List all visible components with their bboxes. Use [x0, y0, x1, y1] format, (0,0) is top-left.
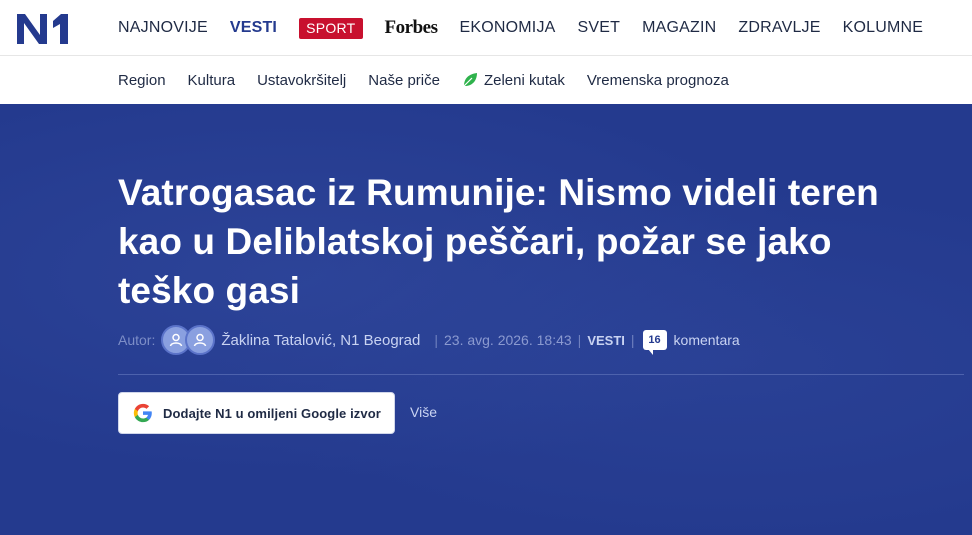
add-google-source-button[interactable]: Dodajte N1 u omiljeni Google izvor [118, 392, 395, 434]
google-source-label: Dodajte N1 u omiljeni Google izvor [163, 405, 381, 421]
nav-item-ekonomija[interactable]: EKONOMIJA [459, 19, 555, 37]
author-avatars[interactable] [161, 325, 216, 355]
subnav-item-ustavokrsitelj[interactable]: Ustavokršitelj [257, 72, 346, 89]
divider [118, 374, 964, 375]
article-meta: Autor: Žaklina Tatalović, N1 Beograd | 2… [118, 322, 740, 358]
subnav-item-nase-price[interactable]: Naše priče [368, 72, 440, 89]
google-icon [133, 403, 152, 423]
top-navigation: N1 NAJNOVIJE VESTI SPORT Forbes EKONOMIJ… [0, 0, 972, 56]
user-icon [170, 333, 183, 347]
nav-item-magazin[interactable]: MAGAZIN [642, 19, 716, 37]
nav-item-zdravlje[interactable]: ZDRAVLJE [738, 19, 820, 37]
nav-item-vesti[interactable]: VESTI [230, 19, 277, 37]
main-menu: NAJNOVIJE VESTI SPORT Forbes EKONOMIJA S… [118, 0, 945, 56]
publish-date: 23. avg. 2026. 18:43 [444, 332, 572, 348]
zeleni-kutak-label: Zeleni kutak [483, 71, 565, 89]
article-hero: Vatrogasac iz Rumunije: Nismo videli ter… [0, 104, 972, 535]
nav-item-forbes[interactable]: Forbes [385, 17, 438, 39]
comments-label: komentara [673, 332, 740, 348]
nav-item-sport[interactable]: SPORT [299, 17, 363, 39]
subnav-item-vremenska-prognoza[interactable]: Vremenska prognoza [587, 72, 729, 89]
author-name[interactable]: Žaklina Tatalović, N1 Beograd [221, 332, 420, 349]
subnav-item-kultura[interactable]: Kultura [188, 72, 236, 89]
subnav-item-region[interactable]: Region [118, 72, 166, 89]
comments-link[interactable]: 16 komentara [642, 330, 740, 355]
leaf-icon [463, 73, 477, 87]
nav-item-svet[interactable]: SVET [578, 19, 621, 37]
author-label: Autor: [118, 332, 156, 348]
article-headline: Vatrogasac iz Rumunije: Nismo videli ter… [118, 172, 879, 311]
article-category[interactable]: VESTI [587, 333, 625, 348]
subnav-item-zeleni-kutak[interactable]: Zeleni kutak [462, 72, 565, 89]
more-link[interactable]: Više [410, 404, 437, 420]
user-icon [194, 333, 207, 347]
separator: | [577, 332, 582, 348]
comment-icon: 16 [642, 330, 667, 355]
avatar [185, 325, 216, 355]
separator: | [630, 332, 635, 348]
nav-item-kolumne[interactable]: KOLUMNE [843, 19, 924, 37]
separator: | [434, 332, 438, 348]
n1-logo[interactable]: N1 [17, 13, 71, 45]
nav-item-najnovije[interactable]: NAJNOVIJE [118, 19, 208, 37]
sub-navigation: Region Kultura Ustavokršitelj Naše priče… [0, 56, 972, 104]
